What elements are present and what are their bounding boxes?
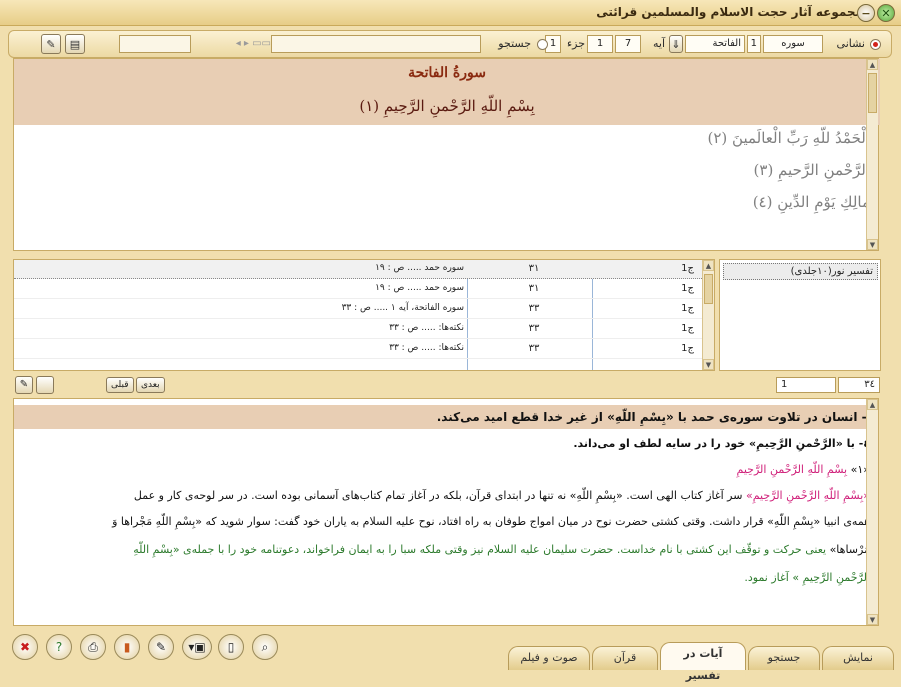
text-line: همه‌ى انبيا «بِسْمِ اللّهِ» قرار داشت. و… [112,515,870,528]
display-label: نشانی [836,37,865,50]
minimize-icon[interactable]: − [857,4,875,22]
tab-display[interactable]: نمایش [822,646,894,670]
table-row[interactable]: ج1 ٣١ سوره حمد ..... ص : ١٩ [14,280,702,299]
page-field[interactable]: 1 [776,377,836,393]
sura-name-select[interactable]: الفاتحة [685,35,745,53]
table-row[interactable]: ج1 ٣٣ نكته‌ها: ..... ص : ٣٣ [14,340,702,359]
quran-panel: سورةُ الفاتحة بِسْمِ اللّهِ الرَّحْمنِ ا… [13,58,880,251]
title-bar: مجموعه آثار حجت الاسلام والمسلمین قرائتی… [0,0,901,26]
aya-label: آیه [652,37,665,50]
sura-down-icon[interactable]: ⇓ [669,35,683,53]
basmala: بِسْمِ اللّهِ الرَّحْمنِ الرَّحِيمِ (١) [359,97,535,115]
text-line: الرَّحْمنِ الرَّحِيمِ » آغاز نمود. [744,571,870,584]
text-line: «١» بِسْمِ اللّهِ الرَّحْمنِ الرَّحِيمِ [736,463,870,476]
scroll-thumb[interactable] [704,274,713,304]
books-list: تفسیر نور(١٠جلدى) [719,259,881,371]
scroll-thumb[interactable] [868,73,877,113]
edit-icon[interactable]: ✎ [148,634,174,660]
sura-number-field[interactable]: 1 [747,35,761,53]
results-table: ج1 ٣١ سوره حمد ..... ص : ١٩ ج1 ٣١ سوره ح… [13,259,715,371]
tools-icon[interactable]: ✎ [41,34,61,54]
display-radio[interactable] [870,39,881,50]
results-scrollbar[interactable]: ▲ ▼ [702,260,714,370]
aya-number-field[interactable]: 1 [587,35,613,53]
table-row[interactable]: ج1 ٣١ سوره حمد ..... ص : ١٩ [14,260,702,279]
tafsir-text-panel: ١- انسان در تلاوت سوره‌ى حمد با «بِسْمِ … [13,398,879,626]
book-icon[interactable]: ▮ [114,634,140,660]
blank-button[interactable] [36,376,54,394]
sura-label-field: سوره [763,35,823,53]
total-field: ٣٤ [838,377,880,393]
table-row[interactable]: ج1 ٣٣ نكته‌ها: ..... ص : ٣٣ [14,320,702,339]
book-item[interactable]: تفسیر نور(١٠جلدى) [723,263,878,280]
scroll-down-icon[interactable]: ▼ [703,359,714,370]
text-line: ٤- با «الرَّحْمنِ الرَّحِيمِ» خود را در … [573,437,870,450]
search-label: جستجو [498,37,531,50]
scroll-up-icon[interactable]: ▲ [703,260,714,271]
tab-verses-in-tafsir[interactable]: آیات در تفسیر [660,642,746,682]
scroll-down-icon[interactable]: ▼ [867,239,878,250]
sura-title: سورةُ الفاتحة [408,65,486,81]
help-icon[interactable]: ? [46,634,72,660]
export-icon[interactable]: ▾▣ [182,634,212,660]
search-input[interactable] [271,35,481,53]
search-radio[interactable] [537,39,548,50]
text-line: مُرْساها» يعنى حركت و توقّف اين كشتى با … [133,543,870,556]
tab-search[interactable]: جستجو [748,646,820,670]
next-button[interactable]: بعدی [136,377,165,393]
verse-2[interactable]: اَلْحَمْدُ للّهِ رَبِّ الْعالَمينَ (٢) [708,129,871,147]
quran-scrollbar[interactable]: ▲ ▼ [866,59,878,250]
tab-quran[interactable]: قرآن [592,646,658,670]
search-go-icon[interactable]: ◂ ▸ ▭▭ [236,38,271,49]
scroll-up-icon[interactable]: ▲ [867,399,878,410]
text-scrollbar[interactable]: ▲ ▼ [866,399,878,625]
scroll-down-icon[interactable]: ▼ [867,614,878,625]
settings-icon[interactable]: ✎ [15,376,33,394]
close-window-icon[interactable]: ✕ [877,4,895,22]
secondary-field[interactable] [119,35,191,53]
close-icon[interactable]: ✖ [12,634,38,660]
verse-3[interactable]: الرَّحْمنِ الرَّحيمِ (٣) [754,161,870,179]
prev-button[interactable]: قبلی [106,377,134,393]
aya-total-field: 7 [615,35,641,53]
table-row[interactable]: ج1 ٣٣ سوره الفاتحة، آيه ١ ..... ص : ٣٣ [14,300,702,319]
window-title: مجموعه آثار حجت الاسلام والمسلمین قرائتی [596,5,863,19]
page-icon[interactable]: ▯ [218,634,244,660]
text-line: «بِسْمِ اللّهِ الرَّحْمنِ الرَّحِيمِ» سر… [133,489,870,502]
scroll-up-icon[interactable]: ▲ [867,59,878,70]
tab-audio-video[interactable]: صوت و فیلم [508,646,590,670]
print-icon[interactable]: ⎙ [80,634,106,660]
verse-4[interactable]: مالِكِ يَوْمِ الدِّينِ (٤) [753,193,870,211]
navigation-toolbar: نشانی سوره 1 الفاتحة ⇓ آیه 7 1 جزء 1 جست… [8,30,892,58]
text-heading: ١- انسان در تلاوت سوره‌ى حمد با «بِسْمِ … [14,405,878,429]
search-icon[interactable]: ⌕ [252,634,278,660]
quran-header: سورةُ الفاتحة بِسْمِ اللّهِ الرَّحْمنِ ا… [14,59,880,125]
list-icon[interactable]: ▤ [65,34,85,54]
juz-label: جزء [566,37,585,50]
